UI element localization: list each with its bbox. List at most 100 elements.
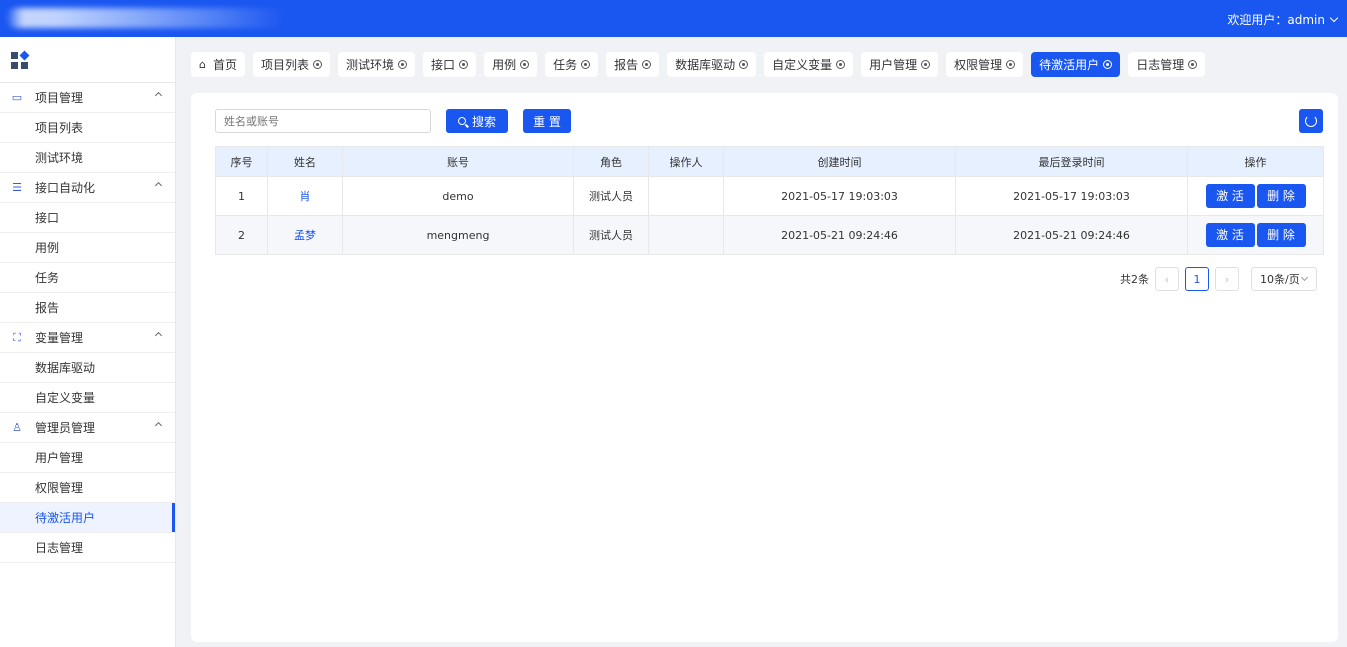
sidebar-item[interactable]: 权限管理 — [0, 473, 175, 503]
next-page-button[interactable]: › — [1215, 267, 1239, 291]
tab[interactable]: 项目列表 — [253, 52, 331, 77]
column-header: 操作人 — [648, 146, 724, 177]
activate-button[interactable]: 激 活 — [1205, 223, 1255, 247]
cell-last-login: 2021-05-17 19:03:03 — [955, 176, 1188, 216]
apps-grid-icon[interactable] — [11, 50, 30, 70]
tab-bar: ⌂ 首页 项目列表 测试环境 接口 用例 任务 报告 数据库驱动 自定义变量 用户管理 权限管理 待激活… — [191, 52, 1213, 77]
tab[interactable]: 接口 — [423, 52, 477, 77]
sidebar-group-3[interactable]: ♙ 管理员管理 — [0, 413, 175, 443]
sidebar-item[interactable]: 自定义变量 — [0, 383, 175, 413]
search-button-label: 搜索 — [471, 114, 496, 129]
close-icon[interactable] — [739, 60, 749, 69]
tab-label: 测试环境 — [346, 58, 395, 72]
total-count: 共2条 — [1120, 273, 1149, 286]
pagination: 共2条 ‹ 1 › 10条/页 — [1120, 267, 1317, 291]
close-icon[interactable] — [398, 60, 408, 69]
tab[interactable]: ⌂ 首页 — [191, 52, 246, 77]
tab[interactable]: 用例 — [484, 52, 538, 77]
cell-actions: 激 活删 除 — [1187, 176, 1324, 216]
chevron-up-icon — [154, 421, 163, 430]
user-menu[interactable]: 欢迎用户：admin — [1227, 11, 1339, 28]
refresh-button[interactable] — [1299, 109, 1323, 133]
chevron-up-icon — [154, 331, 163, 340]
sliders-icon: ☰ — [12, 180, 22, 194]
tab-label: 自定义变量 — [772, 58, 833, 72]
tab-label: 接口 — [431, 58, 456, 72]
sidebar-group-label: 项目管理 — [35, 91, 84, 105]
tab[interactable]: 权限管理 — [946, 52, 1024, 77]
folder-icon: ▭ — [11, 90, 23, 104]
close-icon[interactable] — [520, 60, 530, 69]
activate-button[interactable]: 激 活 — [1205, 184, 1255, 208]
close-icon[interactable] — [642, 60, 652, 69]
tab[interactable]: 待激活用户 — [1031, 52, 1121, 77]
cell-operator — [648, 215, 724, 255]
column-header: 姓名 — [267, 146, 343, 177]
table-header: 序号 姓名 账号 角色 操作人 创建时间 最后登录时间 操作 — [215, 146, 1324, 177]
cell-name[interactable]: 孟梦 — [267, 215, 343, 255]
table-row: 2 孟梦 mengmeng 测试人员 2021-05-21 09:24:46 2021-0… — [215, 215, 1324, 255]
sidebar-item[interactable]: 任务 — [0, 263, 175, 293]
sidebar-item[interactable]: 报告 — [0, 293, 175, 323]
sidebar-item[interactable]: 数据库驱动 — [0, 353, 175, 383]
close-icon[interactable] — [1006, 60, 1016, 69]
sidebar-item[interactable]: 测试环境 — [0, 143, 175, 173]
cell-index: 2 — [215, 215, 268, 255]
close-icon[interactable] — [459, 60, 469, 69]
close-icon[interactable] — [921, 60, 931, 69]
cell-role: 测试人员 — [573, 176, 649, 216]
sidebar-group-1[interactable]: ☰ 接口自动化 — [0, 173, 175, 203]
tab[interactable]: 用户管理 — [861, 52, 939, 77]
tab[interactable]: 测试环境 — [338, 52, 416, 77]
sidebar-item[interactable]: 待激活用户 — [0, 503, 175, 533]
column-header: 最后登录时间 — [955, 146, 1188, 177]
sidebar-item[interactable]: 日志管理 — [0, 533, 175, 563]
close-icon[interactable] — [1188, 60, 1198, 69]
tab[interactable]: 数据库驱动 — [667, 52, 757, 77]
sidebar-item[interactable]: 接口 — [0, 203, 175, 233]
page-number-button[interactable]: 1 — [1185, 267, 1209, 291]
welcome-label: 欢迎用户：admin — [1227, 13, 1325, 27]
home-icon: ⌂ — [199, 57, 206, 71]
delete-button[interactable]: 删 除 — [1256, 223, 1306, 247]
tab-label: 日志管理 — [1136, 58, 1185, 72]
cell-name[interactable]: 肖 — [267, 176, 343, 216]
chevron-down-icon — [1300, 273, 1308, 282]
delete-button[interactable]: 删 除 — [1256, 184, 1306, 208]
tab[interactable]: 报告 — [606, 52, 660, 77]
tab-label: 报告 — [614, 58, 639, 72]
sitemap-icon: ⛶ — [13, 330, 21, 344]
prev-page-button[interactable]: ‹ — [1155, 267, 1179, 291]
sidebar: ▭ 项目管理项目列表 测试环境 ☰ 接口自动化 接口 用例 任务 报告 ⛶ 变量管理数据库驱动 自定义… — [0, 37, 176, 647]
close-icon[interactable] — [836, 60, 846, 69]
cell-index: 1 — [215, 176, 268, 216]
sidebar-group-2[interactable]: ⛶ 变量管理 — [0, 323, 175, 353]
sidebar-menu: ▭ 项目管理项目列表 测试环境 ☰ 接口自动化 接口 用例 任务 报告 ⛶ 变量管理数据库驱动 自定义… — [0, 83, 175, 563]
tab[interactable]: 日志管理 — [1128, 52, 1206, 77]
sidebar-group-0[interactable]: ▭ 项目管理 — [0, 83, 175, 113]
tab[interactable]: 任务 — [545, 52, 599, 77]
tab[interactable]: 自定义变量 — [764, 52, 854, 77]
search-icon — [457, 117, 466, 125]
tab-label: 项目列表 — [261, 58, 310, 72]
page-size-label: 10条/页 — [1260, 273, 1300, 286]
cell-last-login: 2021-05-21 09:24:46 — [955, 215, 1188, 255]
search-input[interactable] — [215, 109, 431, 133]
chevron-up-icon — [154, 91, 163, 100]
chevron-up-icon — [154, 181, 163, 190]
tab-label: 待激活用户 — [1039, 58, 1100, 72]
sidebar-item[interactable]: 项目列表 — [0, 113, 175, 143]
page-size-select[interactable]: 10条/页 — [1251, 267, 1317, 291]
column-header: 角色 — [573, 146, 649, 177]
close-icon[interactable] — [581, 60, 591, 69]
cell-operator — [648, 176, 724, 216]
sidebar-group-label: 变量管理 — [35, 331, 84, 345]
reset-button[interactable]: 重 置 — [523, 109, 571, 133]
sidebar-item[interactable]: 用户管理 — [0, 443, 175, 473]
search-button[interactable]: 搜索 — [446, 109, 508, 133]
column-header: 账号 — [342, 146, 574, 177]
close-icon[interactable] — [313, 60, 323, 69]
close-icon[interactable] — [1103, 60, 1113, 69]
cell-actions: 激 活删 除 — [1187, 215, 1324, 255]
sidebar-item[interactable]: 用例 — [0, 233, 175, 263]
